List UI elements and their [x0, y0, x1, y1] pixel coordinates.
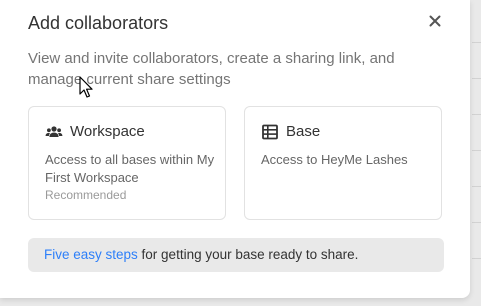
workspace-access-text: Access to all bases within My First Work…	[45, 152, 215, 185]
base-card-header: Base	[261, 122, 320, 142]
dialog-title: Add collaborators	[28, 13, 169, 33]
workspace-card-header: Workspace	[45, 122, 145, 142]
background-grid-line	[472, 186, 481, 187]
people-icon	[45, 126, 63, 137]
close-button[interactable]	[424, 10, 446, 32]
five-easy-steps-link[interactable]: Five easy steps	[44, 247, 138, 262]
base-card-description: Access to HeyMe Lashes	[261, 152, 408, 167]
recommended-label: Recommended	[45, 188, 127, 202]
background-grid-line	[472, 114, 481, 115]
background-grid-line	[472, 42, 481, 43]
add-collaborators-dialog: Add collaborators View and invite collab…	[0, 0, 470, 298]
background-grid-line	[472, 222, 481, 223]
background-grid-line	[472, 78, 481, 79]
dialog-description: View and invite collaborators, create a …	[28, 50, 395, 88]
share-tips-banner: Five easy steps for getting your base re…	[28, 238, 444, 272]
close-icon	[429, 15, 441, 27]
background-grid-line	[472, 258, 481, 259]
base-card-title: Base	[286, 123, 321, 140]
workspace-card-description: Access to all bases within My First Work…	[45, 151, 220, 203]
workspace-card-title: Workspace	[70, 123, 145, 140]
workspace-option-card[interactable]: Workspace Access to all bases within My …	[28, 106, 226, 220]
background-grid-line	[472, 150, 481, 151]
grid-table-icon	[262, 124, 278, 140]
banner-text: for getting your base ready to share.	[137, 247, 359, 262]
base-option-card[interactable]: Base Access to HeyMe Lashes	[244, 106, 442, 220]
